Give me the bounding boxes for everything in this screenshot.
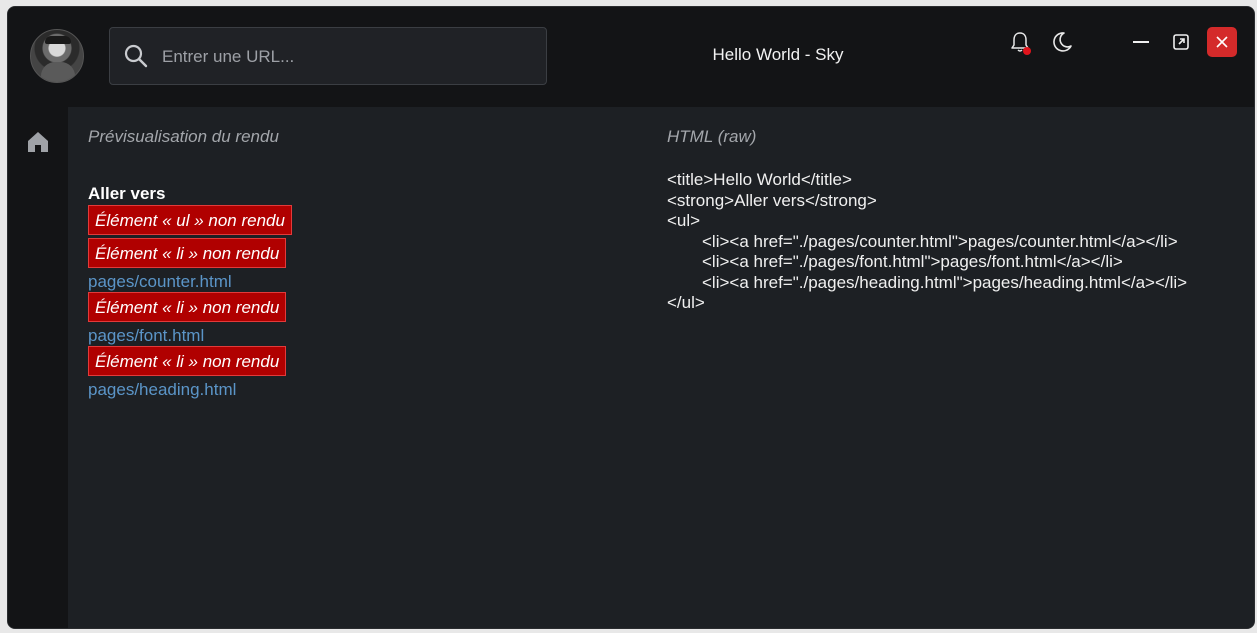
user-avatar[interactable]	[30, 29, 84, 83]
raw-line: <ul>	[667, 211, 701, 230]
ul-error-badge: Élément « ul » non rendu	[88, 205, 292, 235]
avatar-body	[41, 62, 75, 82]
url-search-bar[interactable]	[109, 27, 547, 85]
raw-pane-label: HTML (raw)	[667, 127, 757, 146]
raw-line: <li><a href="./pages/heading.html">pages…	[702, 272, 1188, 292]
close-button[interactable]	[1207, 27, 1237, 57]
raw-html-source: <title>Hello World</title> <strong>Aller…	[667, 170, 1247, 314]
raw-line: </ul>	[667, 293, 705, 312]
theme-toggle-button[interactable]	[1047, 27, 1077, 57]
li-error-badge: Élément « li » non rendu	[88, 346, 287, 376]
strong-text: Aller vers	[88, 184, 166, 203]
notification-dot	[1023, 47, 1031, 55]
raw-line: <title>Hello World</title>	[667, 170, 852, 189]
raw-line: <li><a href="./pages/font.html">pages/fo…	[702, 252, 1123, 271]
app-window: Hello World - Sky	[7, 6, 1255, 629]
raw-line: <strong>Aller vers</strong>	[667, 190, 877, 210]
preview-pane-label: Prévisualisation du rendu	[88, 127, 279, 146]
notifications-button[interactable]	[1005, 27, 1035, 57]
close-icon	[1216, 36, 1228, 48]
sidebar	[8, 107, 68, 628]
main-content: Prévisualisation du rendu HTML (raw) All…	[68, 107, 1254, 628]
li-error-badge: Élément « li » non rendu	[88, 292, 287, 322]
maximize-icon	[1173, 34, 1189, 50]
link-counter[interactable]: pages/counter.html	[88, 271, 588, 292]
link-font[interactable]: pages/font.html	[88, 325, 588, 346]
moon-icon	[1053, 32, 1072, 52]
minimize-icon	[1133, 41, 1149, 43]
home-icon[interactable]	[25, 129, 51, 155]
minimize-button[interactable]	[1126, 27, 1156, 57]
window-title: Hello World - Sky	[712, 45, 844, 64]
link-heading[interactable]: pages/heading.html	[88, 379, 588, 400]
titlebar: Hello World - Sky	[8, 7, 1254, 107]
search-icon	[124, 44, 148, 68]
li-error-badge: Élément « li » non rendu	[88, 238, 287, 268]
render-preview: Aller vers Élément « ul » non rendu Élém…	[88, 183, 588, 400]
maximize-button[interactable]	[1166, 27, 1196, 57]
raw-line: <li><a href="./pages/counter.html">pages…	[702, 231, 1178, 251]
url-input[interactable]	[160, 38, 534, 76]
avatar-hat	[45, 36, 71, 44]
